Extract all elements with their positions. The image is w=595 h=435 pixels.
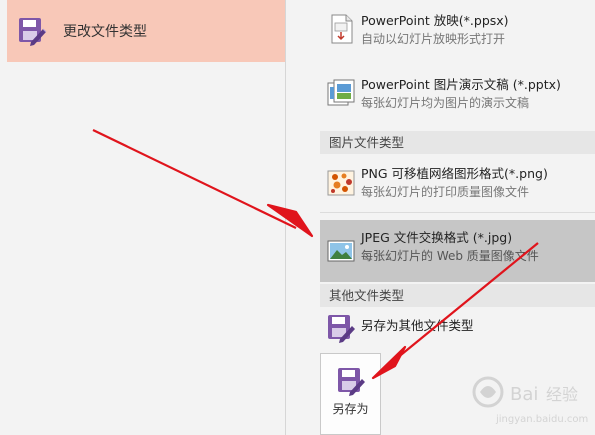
change-file-type-item[interactable]: 更改文件类型 — [7, 0, 285, 62]
picture-pptx-item[interactable]: PowerPoint 图片演示文稿 (*.pptx) 每张幻灯片均为图片的演示文… — [320, 58, 595, 128]
save-as-button[interactable]: 另存为 — [320, 353, 381, 435]
other-file-types-header: 其他文件类型 — [320, 284, 595, 307]
picture-presentation-icon — [327, 79, 355, 106]
picture-pptx-title: PowerPoint 图片演示文稿 (*.pptx) — [361, 77, 561, 92]
save-as-label: 另存为 — [332, 402, 369, 416]
svg-text:jingyan.baidu.com: jingyan.baidu.com — [495, 414, 588, 425]
ppsx-desc: 自动以幻灯片放映形式打开 — [361, 32, 506, 46]
jpeg-image-icon — [327, 240, 355, 262]
save-as-other-title: 另存为其他文件类型 — [361, 318, 474, 333]
image-file-types-header: 图片文件类型 — [320, 131, 595, 154]
ppsx-title: PowerPoint 放映(*.ppsx) — [361, 13, 509, 28]
left-pane: 更改文件类型 — [0, 0, 285, 435]
jpeg-title: JPEG 文件交换格式 (*.jpg) — [361, 230, 513, 245]
png-desc: 每张幻灯片的打印质量图像文件 — [361, 185, 530, 199]
png-item[interactable]: PNG 可移植网络图形格式(*.png) 每张幻灯片的打印质量图像文件 — [320, 154, 595, 212]
floppy-save-icon — [338, 368, 365, 396]
change-file-type-label: 更改文件类型 — [63, 24, 147, 40]
svg-text:Bai: Bai — [510, 384, 538, 405]
png-title: PNG 可移植网络图形格式(*.png) — [361, 166, 548, 181]
save-as-other-item[interactable]: 另存为其他文件类型 — [320, 307, 595, 349]
png-image-icon — [327, 170, 355, 196]
floppy-save-icon — [19, 18, 47, 46]
picture-pptx-desc: 每张幻灯片均为图片的演示文稿 — [361, 96, 530, 110]
svg-text:经验: 经验 — [546, 385, 578, 404]
jpeg-desc: 每张幻灯片的 Web 质量图像文件 — [361, 249, 539, 263]
separator — [320, 212, 595, 213]
floppy-save-icon — [328, 315, 355, 343]
jpeg-item[interactable]: JPEG 文件交换格式 (*.jpg) 每张幻灯片的 Web 质量图像文件 — [320, 220, 595, 282]
watermark-logo: Bai 经验 jingyan.baidu.com — [472, 376, 588, 425]
slideshow-file-icon — [331, 14, 353, 44]
ppsx-item[interactable]: PowerPoint 放映(*.ppsx) 自动以幻灯片放映形式打开 — [320, 0, 595, 58]
